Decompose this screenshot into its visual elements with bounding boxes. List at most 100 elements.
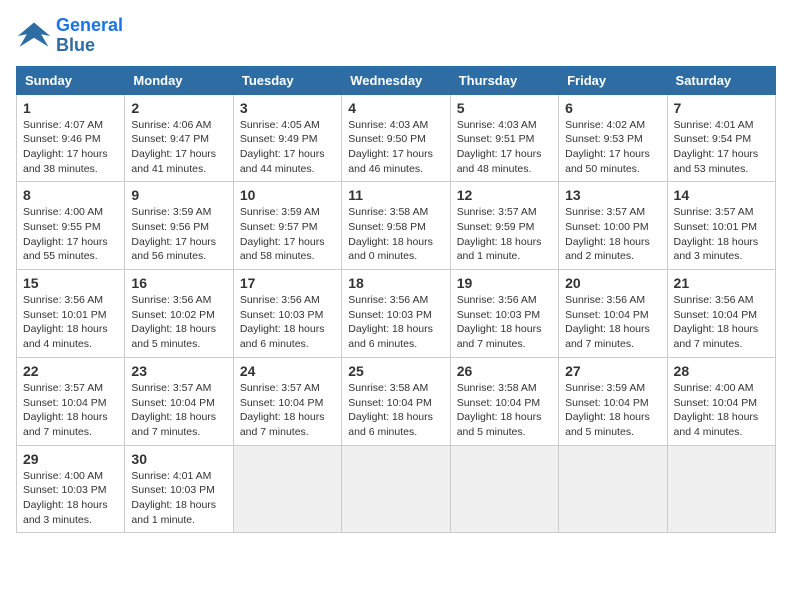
day-number: 25 <box>348 363 443 379</box>
day-number: 19 <box>457 275 552 291</box>
day-number: 14 <box>674 187 769 203</box>
day-info: Sunrise: 4:06 AMSunset: 9:47 PMDaylight:… <box>131 118 226 177</box>
day-number: 3 <box>240 100 335 116</box>
calendar-cell: 25 Sunrise: 3:58 AMSunset: 10:04 PMDaylig… <box>342 357 450 445</box>
calendar-cell: 13 Sunrise: 3:57 AMSunset: 10:00 PMDaylig… <box>559 182 667 270</box>
day-number: 8 <box>23 187 118 203</box>
day-number: 30 <box>131 451 226 467</box>
day-number: 18 <box>348 275 443 291</box>
weekday-header-thursday: Thursday <box>450 66 558 94</box>
day-info: Sunrise: 4:05 AMSunset: 9:49 PMDaylight:… <box>240 118 335 177</box>
logo: General Blue <box>16 16 123 56</box>
calendar-cell: 10 Sunrise: 3:59 AMSunset: 9:57 PMDayligh… <box>233 182 341 270</box>
day-info: Sunrise: 3:56 AMSunset: 10:03 PMDaylight… <box>457 293 552 352</box>
logo-text: General Blue <box>56 16 123 56</box>
day-info: Sunrise: 3:59 AMSunset: 9:56 PMDaylight:… <box>131 205 226 264</box>
day-info: Sunrise: 3:58 AMSunset: 10:04 PMDaylight… <box>457 381 552 440</box>
weekday-header-saturday: Saturday <box>667 66 775 94</box>
day-info: Sunrise: 4:01 AMSunset: 9:54 PMDaylight:… <box>674 118 769 177</box>
day-info: Sunrise: 3:56 AMSunset: 10:03 PMDaylight… <box>240 293 335 352</box>
calendar-cell: 28 Sunrise: 4:00 AMSunset: 10:04 PMDaylig… <box>667 357 775 445</box>
day-info: Sunrise: 4:00 AMSunset: 9:55 PMDaylight:… <box>23 205 118 264</box>
calendar-cell <box>342 445 450 533</box>
calendar-cell: 30 Sunrise: 4:01 AMSunset: 10:03 PMDaylig… <box>125 445 233 533</box>
day-number: 1 <box>23 100 118 116</box>
day-number: 9 <box>131 187 226 203</box>
day-number: 10 <box>240 187 335 203</box>
day-info: Sunrise: 3:57 AMSunset: 10:04 PMDaylight… <box>23 381 118 440</box>
calendar-cell: 6 Sunrise: 4:02 AMSunset: 9:53 PMDaylight… <box>559 94 667 182</box>
day-info: Sunrise: 3:58 AMSunset: 10:04 PMDaylight… <box>348 381 443 440</box>
calendar-cell: 17 Sunrise: 3:56 AMSunset: 10:03 PMDaylig… <box>233 270 341 358</box>
day-info: Sunrise: 3:56 AMSunset: 10:02 PMDaylight… <box>131 293 226 352</box>
calendar-cell <box>233 445 341 533</box>
day-info: Sunrise: 3:57 AMSunset: 10:01 PMDaylight… <box>674 205 769 264</box>
calendar-cell: 26 Sunrise: 3:58 AMSunset: 10:04 PMDaylig… <box>450 357 558 445</box>
day-number: 17 <box>240 275 335 291</box>
day-info: Sunrise: 3:57 AMSunset: 10:00 PMDaylight… <box>565 205 660 264</box>
day-info: Sunrise: 4:00 AMSunset: 10:03 PMDaylight… <box>23 469 118 528</box>
day-info: Sunrise: 3:57 AMSunset: 9:59 PMDaylight:… <box>457 205 552 264</box>
calendar-cell: 9 Sunrise: 3:59 AMSunset: 9:56 PMDaylight… <box>125 182 233 270</box>
day-number: 15 <box>23 275 118 291</box>
day-number: 6 <box>565 100 660 116</box>
day-info: Sunrise: 4:07 AMSunset: 9:46 PMDaylight:… <box>23 118 118 177</box>
day-number: 11 <box>348 187 443 203</box>
day-info: Sunrise: 3:58 AMSunset: 9:58 PMDaylight:… <box>348 205 443 264</box>
day-number: 20 <box>565 275 660 291</box>
day-info: Sunrise: 3:59 AMSunset: 9:57 PMDaylight:… <box>240 205 335 264</box>
calendar-cell: 2 Sunrise: 4:06 AMSunset: 9:47 PMDaylight… <box>125 94 233 182</box>
calendar-table: SundayMondayTuesdayWednesdayThursdayFrid… <box>16 66 776 534</box>
day-number: 4 <box>348 100 443 116</box>
calendar-cell: 24 Sunrise: 3:57 AMSunset: 10:04 PMDaylig… <box>233 357 341 445</box>
calendar-cell: 19 Sunrise: 3:56 AMSunset: 10:03 PMDaylig… <box>450 270 558 358</box>
calendar-cell: 11 Sunrise: 3:58 AMSunset: 9:58 PMDayligh… <box>342 182 450 270</box>
weekday-header-tuesday: Tuesday <box>233 66 341 94</box>
day-info: Sunrise: 3:56 AMSunset: 10:03 PMDaylight… <box>348 293 443 352</box>
day-number: 28 <box>674 363 769 379</box>
day-info: Sunrise: 4:01 AMSunset: 10:03 PMDaylight… <box>131 469 226 528</box>
day-info: Sunrise: 4:03 AMSunset: 9:50 PMDaylight:… <box>348 118 443 177</box>
calendar-cell: 1 Sunrise: 4:07 AMSunset: 9:46 PMDaylight… <box>17 94 125 182</box>
calendar-cell: 16Sunrise: 3:56 AMSunset: 10:02 PMDaylig… <box>125 270 233 358</box>
weekday-header-sunday: Sunday <box>17 66 125 94</box>
day-info: Sunrise: 4:03 AMSunset: 9:51 PMDaylight:… <box>457 118 552 177</box>
day-number: 2 <box>131 100 226 116</box>
day-number: 23 <box>131 363 226 379</box>
calendar-cell: 15 Sunrise: 3:56 AMSunset: 10:01 PMDaylig… <box>17 270 125 358</box>
day-number: 26 <box>457 363 552 379</box>
day-info: Sunrise: 3:57 AMSunset: 10:04 PMDaylight… <box>240 381 335 440</box>
calendar-cell <box>559 445 667 533</box>
weekday-header-monday: Monday <box>125 66 233 94</box>
calendar-cell: 12 Sunrise: 3:57 AMSunset: 9:59 PMDayligh… <box>450 182 558 270</box>
calendar-cell: 3 Sunrise: 4:05 AMSunset: 9:49 PMDaylight… <box>233 94 341 182</box>
day-info: Sunrise: 4:00 AMSunset: 10:04 PMDaylight… <box>674 381 769 440</box>
day-number: 27 <box>565 363 660 379</box>
day-info: Sunrise: 4:02 AMSunset: 9:53 PMDaylight:… <box>565 118 660 177</box>
calendar-cell: 7Sunrise: 4:01 AMSunset: 9:54 PMDaylight… <box>667 94 775 182</box>
day-number: 29 <box>23 451 118 467</box>
day-number: 12 <box>457 187 552 203</box>
calendar-cell <box>450 445 558 533</box>
day-info: Sunrise: 3:57 AMSunset: 10:04 PMDaylight… <box>131 381 226 440</box>
day-number: 5 <box>457 100 552 116</box>
calendar-cell <box>667 445 775 533</box>
day-info: Sunrise: 3:56 AMSunset: 10:01 PMDaylight… <box>23 293 118 352</box>
calendar-cell: 29 Sunrise: 4:00 AMSunset: 10:03 PMDaylig… <box>17 445 125 533</box>
calendar-cell: 5 Sunrise: 4:03 AMSunset: 9:51 PMDaylight… <box>450 94 558 182</box>
day-number: 21 <box>674 275 769 291</box>
weekday-header-wednesday: Wednesday <box>342 66 450 94</box>
day-info: Sunrise: 3:56 AMSunset: 10:04 PMDaylight… <box>565 293 660 352</box>
day-number: 24 <box>240 363 335 379</box>
calendar-cell: 27 Sunrise: 3:59 AMSunset: 10:04 PMDaylig… <box>559 357 667 445</box>
day-number: 13 <box>565 187 660 203</box>
calendar-cell: 23 Sunrise: 3:57 AMSunset: 10:04 PMDaylig… <box>125 357 233 445</box>
calendar-cell: 14 Sunrise: 3:57 AMSunset: 10:01 PMDaylig… <box>667 182 775 270</box>
calendar-cell: 22 Sunrise: 3:57 AMSunset: 10:04 PMDaylig… <box>17 357 125 445</box>
day-info: Sunrise: 3:56 AMSunset: 10:04 PMDaylight… <box>674 293 769 352</box>
page-header: General Blue <box>16 16 776 56</box>
weekday-header-friday: Friday <box>559 66 667 94</box>
day-number: 22 <box>23 363 118 379</box>
calendar-cell: 20 Sunrise: 3:56 AMSunset: 10:04 PMDaylig… <box>559 270 667 358</box>
day-info: Sunrise: 3:59 AMSunset: 10:04 PMDaylight… <box>565 381 660 440</box>
